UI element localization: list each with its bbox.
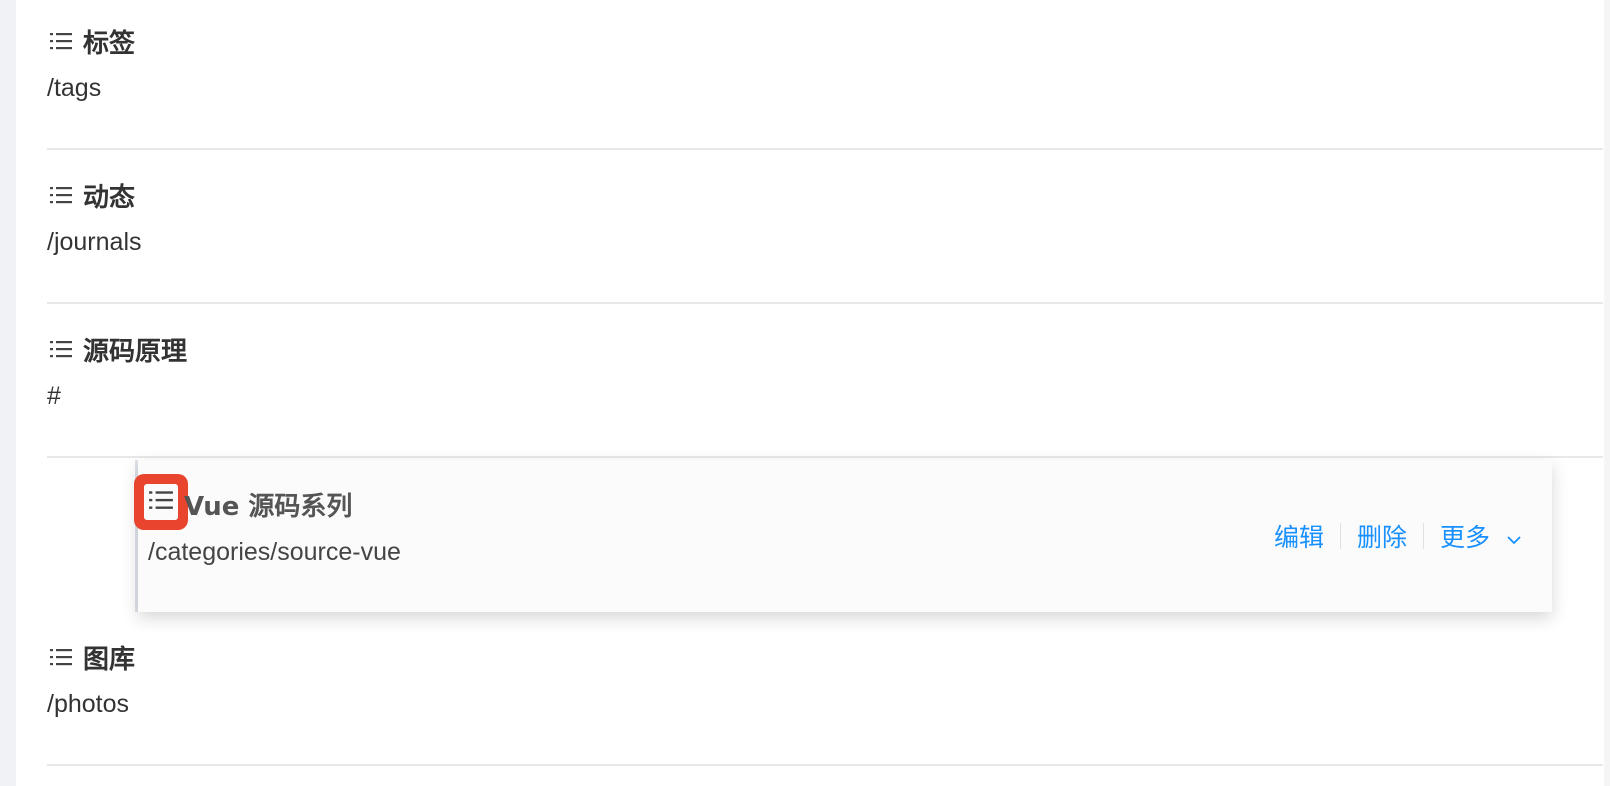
divider	[47, 148, 1603, 150]
menu-item-journals[interactable]: 动态 /journals	[47, 154, 1603, 304]
chevron-down-icon	[1506, 523, 1522, 552]
divider	[47, 764, 1603, 766]
divider	[1340, 523, 1342, 549]
list-icon[interactable]	[49, 645, 73, 669]
drag-handle-highlight[interactable]	[134, 474, 188, 530]
menu-item-source[interactable]: 源码原理 #	[47, 308, 1603, 458]
menu-item-url: #	[47, 382, 61, 410]
list-icon[interactable]	[49, 337, 73, 361]
list-icon[interactable]	[148, 487, 174, 518]
more-dropdown[interactable]: 更多	[1440, 518, 1522, 554]
divider	[47, 302, 1603, 304]
dragging-item-title: Vue 源码系列	[184, 492, 353, 522]
scrollbar[interactable]	[1604, 0, 1610, 786]
delete-link[interactable]: 删除	[1357, 518, 1407, 554]
menu-item-url: /journals	[47, 228, 142, 256]
menu-list-panel: 标签 /tags 动态 /journals 源码原理 # 图库 /photos	[16, 0, 1610, 786]
dragging-item-url: /categories/source-vue	[148, 538, 401, 566]
divider	[47, 456, 1603, 458]
menu-item-title: 标签	[83, 28, 136, 59]
menu-item-title: 图库	[83, 644, 136, 675]
divider	[1423, 523, 1425, 549]
list-icon[interactable]	[49, 183, 73, 207]
menu-item-url: /tags	[47, 74, 102, 102]
menu-item-title: 动态	[83, 182, 136, 213]
item-actions: 编辑 删除 更多	[1274, 518, 1522, 554]
menu-item-photos[interactable]: 图库 /photos	[47, 616, 1603, 766]
menu-item-title: 源码原理	[83, 336, 188, 367]
more-label: 更多	[1440, 523, 1491, 552]
menu-item-url: /photos	[47, 690, 130, 718]
edit-link[interactable]: 编辑	[1274, 518, 1324, 554]
dragging-menu-item[interactable]: Vue 源码系列 /categories/source-vue 编辑 删除 更多	[134, 460, 1552, 612]
list-icon[interactable]	[49, 29, 73, 53]
menu-item-tags[interactable]: 标签 /tags	[47, 0, 1603, 150]
